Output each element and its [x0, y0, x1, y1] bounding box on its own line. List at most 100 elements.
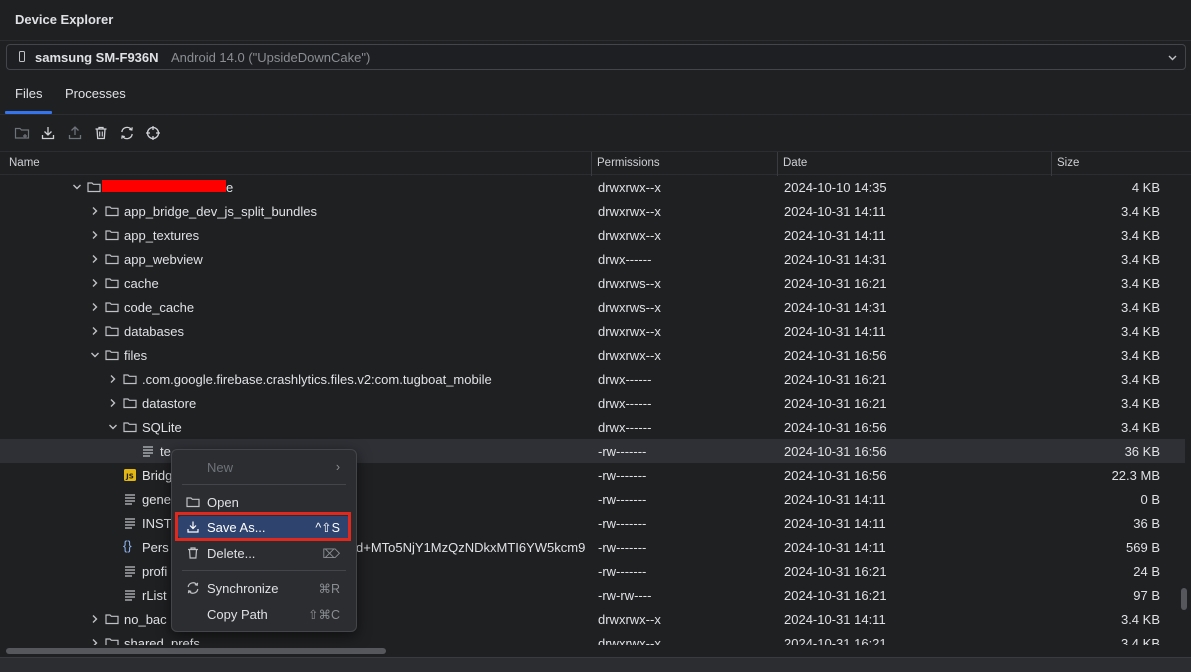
menu-item-save-as[interactable]: Save As... ^⇧S — [178, 516, 350, 538]
file-permissions: drwxrwx--x — [598, 228, 661, 243]
folder-icon — [105, 638, 119, 645]
file-permissions: drwxrwx--x — [598, 348, 661, 363]
file-name: databases — [124, 324, 184, 339]
file-text-icon — [125, 590, 135, 601]
vertical-scrollbar[interactable] — [1181, 588, 1187, 610]
chevron-right-icon[interactable] — [108, 374, 118, 384]
chevron-right-icon[interactable] — [90, 230, 100, 240]
chevron-right-icon[interactable] — [90, 326, 100, 336]
context-menu: New › Open Save As... ^⇧S Delete... ⌦ Sy… — [171, 449, 357, 632]
scrollbar-thumb[interactable] — [6, 648, 386, 654]
chevron-right-icon[interactable] — [90, 614, 100, 624]
table-row[interactable]: code_cache drwxrws--x 2024-10-31 14:31 3… — [0, 295, 1185, 319]
chevron-down-icon — [1167, 51, 1178, 66]
trash-icon[interactable] — [91, 123, 111, 143]
table-row[interactable]: app_textures drwxrwx--x 2024-10-31 14:11… — [0, 223, 1185, 247]
file-size: 24 B — [1133, 564, 1160, 579]
file-name: rList — [142, 588, 167, 603]
file-date: 2024-10-31 14:31 — [784, 252, 887, 267]
column-header-permissions[interactable]: Permissions — [597, 157, 660, 169]
menu-separator — [182, 570, 346, 571]
file-name: datastore — [142, 396, 197, 411]
column-header-size[interactable]: Size — [1057, 157, 1079, 169]
column-divider[interactable] — [1051, 152, 1052, 176]
chevron-down-icon[interactable] — [90, 350, 100, 360]
tab-processes[interactable]: Processes — [65, 80, 126, 114]
file-date: 2024-10-31 14:11 — [784, 492, 886, 507]
file-permissions: drwx------ — [598, 252, 652, 267]
table-row[interactable]: cache drwxrws--x 2024-10-31 16:21 3.4 KB — [0, 271, 1185, 295]
table-row[interactable]: .com.google.firebase.crashlytics.files.v… — [0, 367, 1185, 391]
table-row[interactable]: e drwxrwx--x 2024-10-10 14:35 4 KB — [0, 175, 1185, 199]
table-row[interactable]: databases drwxrwx--x 2024-10-31 14:11 3.… — [0, 319, 1185, 343]
menu-item-synchronize[interactable]: Synchronize ⌘R — [178, 577, 350, 599]
column-header-date[interactable]: Date — [783, 157, 807, 169]
chevron-right-icon[interactable] — [108, 398, 118, 408]
folder-icon — [105, 614, 119, 625]
menu-item-copy-path[interactable]: Copy Path ⇧⌘C — [178, 603, 350, 625]
file-text-icon — [125, 494, 135, 505]
table-row[interactable]: app_webview drwx------ 2024-10-31 14:31 … — [0, 247, 1185, 271]
column-divider[interactable] — [777, 152, 778, 176]
file-date: 2024-10-31 16:56 — [784, 444, 887, 459]
file-date: 2024-10-31 14:11 — [784, 612, 886, 627]
chevron-down-icon[interactable] — [72, 182, 82, 192]
file-permissions: drwx------ — [598, 372, 652, 387]
menu-item-new[interactable]: New › — [178, 456, 350, 478]
tab-files[interactable]: Files — [15, 80, 42, 114]
file-permissions: drwxrws--x — [598, 276, 661, 291]
menu-item-delete[interactable]: Delete... ⌦ — [178, 542, 350, 564]
tab-bar: Files Processes — [0, 80, 1191, 115]
redaction-bar — [102, 180, 226, 192]
file-date: 2024-10-31 14:31 — [784, 300, 887, 315]
folder-icon — [105, 302, 119, 313]
file-name: gene — [142, 492, 171, 507]
file-permissions: -rw------- — [598, 564, 647, 579]
table-row[interactable]: shared_prefs drwxrwx--x 2024-10-31 16:21… — [0, 631, 1185, 645]
column-divider[interactable] — [591, 152, 592, 176]
file-date: 2024-10-31 16:56 — [784, 348, 887, 363]
chevron-right-icon[interactable] — [90, 302, 100, 312]
file-size: 3.4 KB — [1120, 252, 1160, 267]
file-permissions: drwx------ — [598, 396, 652, 411]
folder-icon — [105, 326, 119, 337]
file-size: 3.4 KB — [1120, 420, 1160, 435]
chevron-right-icon: › — [335, 460, 340, 474]
file-size: 3.4 KB — [1120, 348, 1160, 363]
file-date: 2024-10-31 16:56 — [784, 468, 887, 483]
table-row[interactable]: files drwxrwx--x 2024-10-31 16:56 3.4 KB — [0, 343, 1185, 367]
file-name: app_webview — [124, 252, 203, 267]
crosshair-icon[interactable] — [143, 123, 163, 143]
file-date: 2024-10-31 16:21 — [784, 564, 887, 579]
table-row[interactable]: app_bridge_dev_js_split_bundles drwxrwx-… — [0, 199, 1185, 223]
chevron-right-icon[interactable] — [90, 278, 100, 288]
table-row[interactable]: datastore drwx------ 2024-10-31 16:21 3.… — [0, 391, 1185, 415]
file-date: 2024-10-31 14:11 — [784, 516, 886, 531]
file-size: 3.4 KB — [1120, 204, 1160, 219]
chevron-right-icon[interactable] — [90, 254, 100, 264]
column-header-name[interactable]: Name — [9, 157, 40, 169]
file-size: 4 KB — [1131, 180, 1160, 195]
menu-item-open[interactable]: Open — [178, 491, 350, 513]
file-size: 97 B — [1133, 588, 1160, 603]
active-tab-indicator — [5, 111, 52, 114]
chevron-right-icon[interactable] — [90, 638, 100, 645]
download-icon — [187, 521, 199, 533]
file-text-icon — [143, 446, 153, 457]
device-selector[interactable]: samsung SM-F936N Android 14.0 ("UpsideDo… — [6, 44, 1186, 70]
json-file-icon: {} — [123, 538, 132, 553]
horizontal-scrollbar[interactable] — [0, 645, 1191, 657]
file-size: 3.4 KB — [1120, 276, 1160, 291]
file-size: 3.4 KB — [1120, 228, 1160, 243]
file-name: INST — [142, 516, 172, 531]
chevron-down-icon[interactable] — [108, 422, 118, 432]
sync-icon[interactable] — [117, 123, 137, 143]
upload-icon[interactable] — [65, 123, 85, 143]
table-row[interactable]: SQLite drwx------ 2024-10-31 16:56 3.4 K… — [0, 415, 1185, 439]
file-date: 2024-10-31 16:21 — [784, 276, 887, 291]
download-icon[interactable] — [38, 123, 58, 143]
file-date: 2024-10-31 16:21 — [784, 636, 887, 645]
file-date: 2024-10-31 16:21 — [784, 396, 887, 411]
chevron-right-icon[interactable] — [90, 206, 100, 216]
new-folder-icon[interactable] — [12, 123, 32, 143]
